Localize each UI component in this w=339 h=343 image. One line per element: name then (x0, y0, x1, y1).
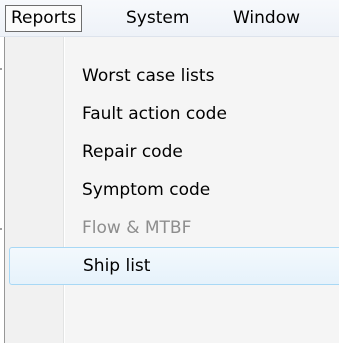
menu-item-fault-action-code[interactable]: Fault action code (5, 95, 339, 133)
menu-reports[interactable]: Reports (5, 5, 83, 32)
menu-item-label: Fault action code (82, 104, 227, 124)
app-window: Reports System Window Worst case lists F… (0, 0, 339, 343)
menu-window[interactable]: Window (228, 5, 305, 32)
menu-item-worst-case-lists[interactable]: Worst case lists (5, 57, 339, 95)
menu-item-label: Flow & MTBF (82, 218, 192, 238)
window-edge-mark (0, 68, 2, 70)
menu-item-label: Symptom code (82, 180, 211, 200)
menu-bar: Reports System Window (0, 0, 339, 37)
reports-dropdown-menu: Worst case lists Fault action code Repai… (4, 37, 339, 343)
menu-item-symptom-code[interactable]: Symptom code (5, 171, 339, 209)
menu-system[interactable]: System (121, 5, 194, 32)
window-edge-mark (0, 228, 2, 230)
menu-item-flow-mtbf: Flow & MTBF (5, 209, 339, 247)
menu-item-repair-code[interactable]: Repair code (5, 133, 339, 171)
menu-item-label: Repair code (82, 142, 183, 162)
menu-item-ship-list[interactable]: Ship list (9, 247, 339, 285)
menu-item-label: Worst case lists (82, 66, 215, 86)
menu-item-label: Ship list (83, 256, 151, 276)
